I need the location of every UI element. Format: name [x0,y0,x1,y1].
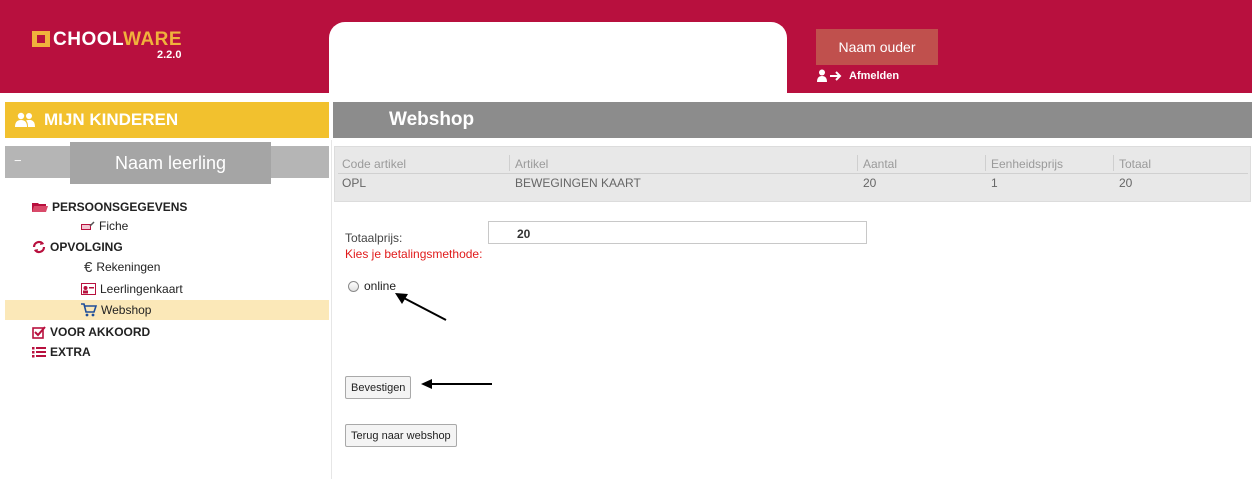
logo-text-part-b: WARE [123,29,183,50]
table-cell-artikel: BEWEGINGEN KAART [515,176,641,190]
column-header-artikel: Artikel [515,157,549,171]
list-icon [32,346,46,358]
arrow-icon [395,293,447,321]
logout-icon [817,69,842,82]
payment-method-label: Kies je betalingsmethode: [345,247,483,261]
sidebar-item-label: Leerlingenkaart [100,282,183,296]
parent-name-box: Naam ouder [816,29,938,65]
sidebar-item-persoonsgegevens[interactable]: PERSOONSGEGEVENS [32,198,187,216]
parent-name: Naam ouder [838,39,916,55]
checkbox-icon [32,325,46,339]
logout-label: Afmelden [849,70,900,82]
logo-text-part-a: CHOOL [53,29,124,50]
active-menu-highlight [5,300,329,320]
column-header-code: Code artikel [342,157,407,171]
payment-option-label: online [364,279,397,293]
column-header-eenheidsprijs: Eenheidsprijs [991,157,1064,171]
table-cell-eenheidsprijs: 1 [991,176,998,190]
users-icon [15,112,35,127]
column-header-aantal: Aantal [863,157,898,171]
collapse-icon[interactable]: − [14,154,24,167]
sidebar-item-rekeningen[interactable]: € Rekeningen [84,258,160,276]
cart-icon [81,303,97,317]
sidebar-item-label: OPVOLGING [50,240,123,254]
sidebar-divider [331,140,332,479]
sidebar-item-label: PERSOONSGEGEVENS [52,200,188,214]
sidebar-item-voor-akkoord[interactable]: VOOR AKKOORD [32,323,150,341]
table-cell-aantal: 20 [863,176,877,190]
column-divider [857,155,858,171]
schoolware-logo[interactable]: CHOOLWARE 2.2.0 [32,29,202,67]
column-header-totaal: Totaal [1119,157,1152,171]
page-title-bar: Webshop [333,102,1252,138]
refresh-icon [32,240,46,254]
sidebar-item-leerlingenkaart[interactable]: Leerlingenkaart [81,280,183,298]
column-divider [985,155,986,171]
euro-icon: € [84,258,93,276]
my-children-title: MIJN KINDEREN [44,110,179,129]
column-divider [509,155,510,171]
payment-option-online[interactable]: online [348,279,396,293]
id-card-icon [81,283,96,295]
header-tab-panel [329,22,787,102]
logo-version: 2.2.0 [157,49,182,61]
logo-mark-icon [32,31,50,47]
table-cell-code: OPL [342,176,367,190]
student-name: Naam leerling [114,152,227,173]
table-header-divider [338,173,1248,174]
sidebar-item-fiche[interactable]: Fiche [81,217,128,235]
sidebar-item-label: Fiche [99,219,129,233]
sidebar-item-extra[interactable]: EXTRA [32,343,91,361]
card-icon [81,221,95,231]
table-cell-totaal: 20 [1119,176,1133,190]
sidebar-item-label: VOOR AKKOORD [50,325,151,339]
arrow-icon [421,379,492,389]
total-price-label: Totaalprijs: [345,231,403,245]
sidebar-item-opvolging[interactable]: OPVOLGING [32,238,123,256]
total-price-field: 20 [488,221,867,244]
page-title: Webshop [389,109,475,130]
my-children-header: MIJN KINDEREN [5,102,329,138]
folder-icon [32,201,48,213]
radio-button[interactable] [348,280,359,292]
sidebar-item-label: Rekeningen [96,260,161,274]
student-name-box[interactable]: Naam leerling [70,142,271,184]
sidebar-item-label: EXTRA [50,345,91,359]
sidebar-item-label: Webshop [101,303,152,317]
logout-link[interactable]: Afmelden [817,69,899,83]
sidebar-item-webshop[interactable]: Webshop [81,301,151,319]
column-divider [1113,155,1114,171]
back-to-webshop-button[interactable]: Terug naar webshop [345,424,457,447]
confirm-button[interactable]: Bevestigen [345,376,412,399]
